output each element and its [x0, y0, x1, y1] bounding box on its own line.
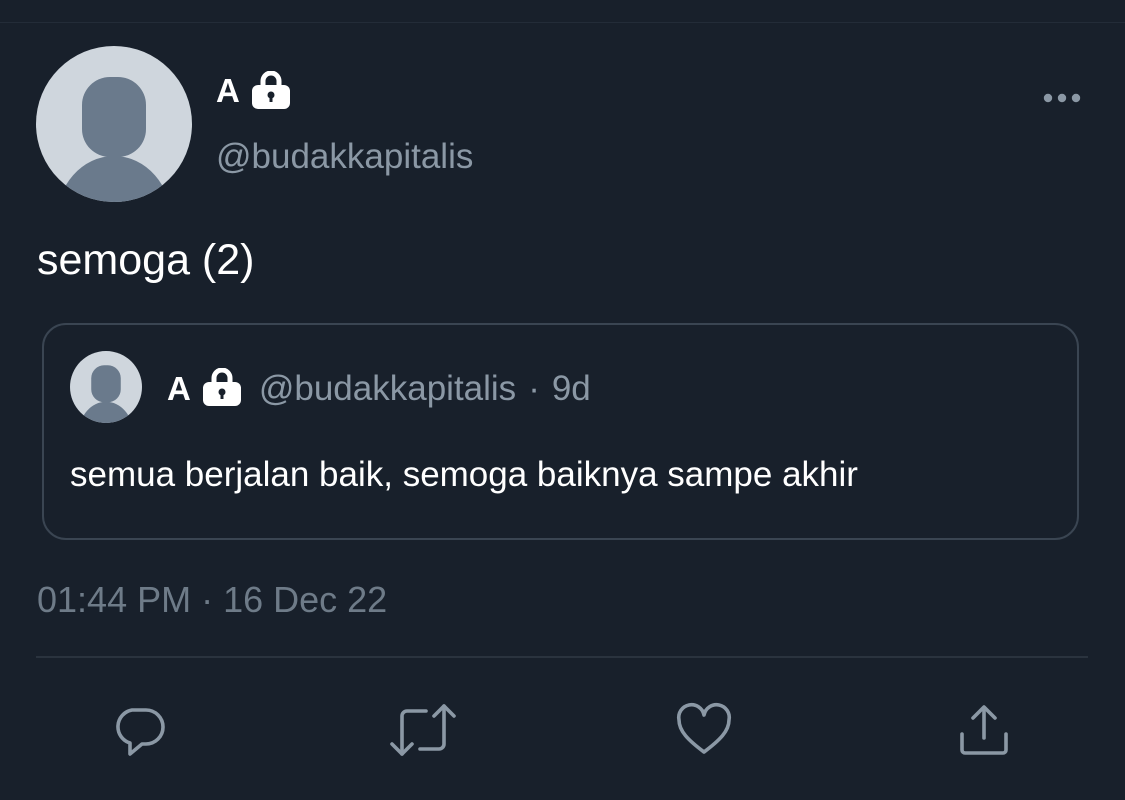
tweet-time: 01:44 PM — [37, 579, 192, 620]
retweet-button[interactable] — [388, 702, 458, 758]
default-avatar-icon — [70, 351, 142, 423]
retweet-icon — [390, 704, 456, 756]
tweet-text: semoga (2) — [37, 236, 255, 284]
author-avatar[interactable] — [36, 46, 192, 202]
quoted-tweet-card[interactable]: A @budakkapitalis · 9d semua berjalan ba… — [42, 323, 1079, 540]
reply-icon — [116, 708, 165, 756]
author-handle[interactable]: @budakkapitalis — [216, 136, 473, 178]
quoted-tweet-time: 9d — [551, 369, 591, 408]
quoted-tweet-text: semua berjalan baik, semoga baiknya samp… — [70, 455, 858, 494]
tweet-timestamp[interactable]: 01:44 PM · 16 Dec 22 — [37, 576, 387, 624]
author-name-row[interactable]: A — [216, 66, 292, 114]
lock-icon — [201, 367, 243, 411]
tweet-date: 16 Dec 22 — [223, 579, 388, 620]
share-button[interactable] — [956, 702, 1012, 758]
reply-button[interactable] — [112, 702, 168, 758]
share-icon — [960, 705, 1008, 755]
actions-divider — [36, 656, 1088, 658]
more-horizontal-icon[interactable] — [1040, 86, 1084, 110]
quoted-author-display-name: A — [167, 370, 191, 407]
author-display-name[interactable]: A — [216, 74, 240, 107]
top-divider — [0, 22, 1125, 23]
quoted-author-handle: @budakkapitalis — [258, 369, 517, 408]
quoted-author-avatar[interactable] — [70, 351, 142, 423]
quoted-tweet-separator: · — [528, 369, 540, 408]
heart-icon — [676, 702, 732, 754]
default-avatar-icon — [36, 46, 192, 202]
like-button[interactable] — [676, 702, 732, 758]
quoted-tweet-header: A @budakkapitalis · 9d — [167, 367, 591, 411]
timestamp-separator: · — [201, 579, 214, 620]
lock-icon — [250, 71, 292, 109]
